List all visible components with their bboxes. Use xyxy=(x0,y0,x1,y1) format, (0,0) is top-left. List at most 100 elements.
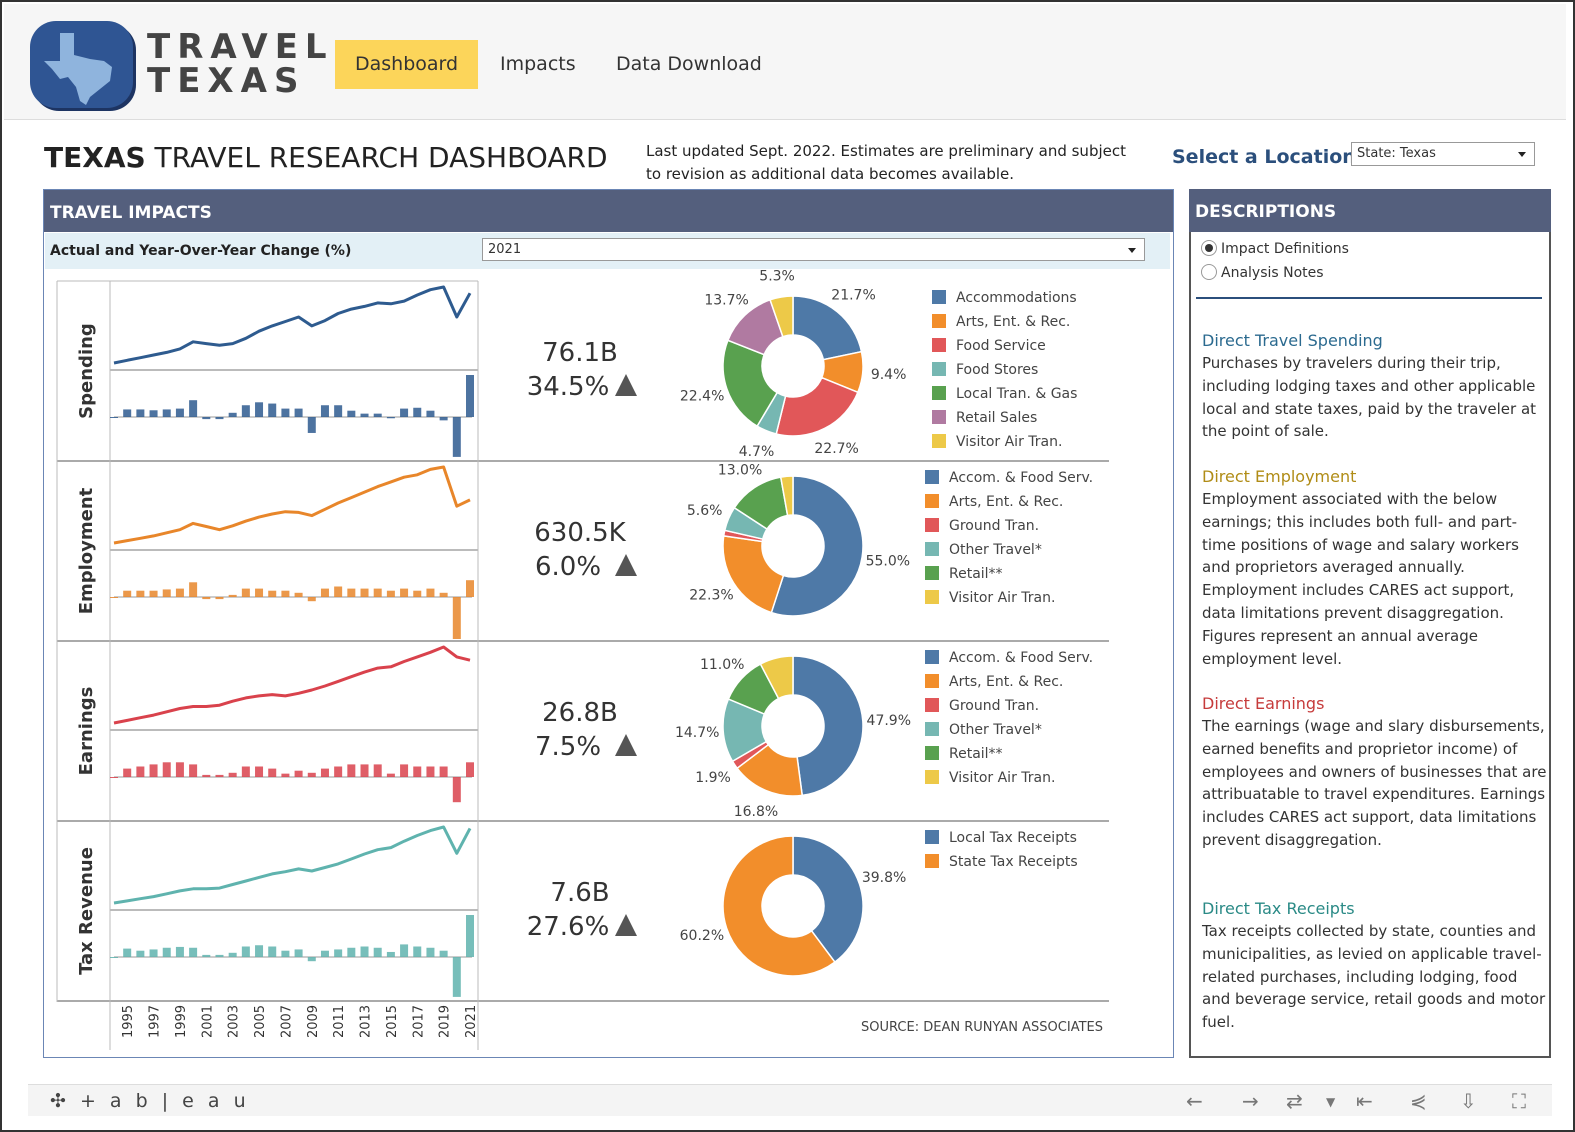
radio-impact-definitions[interactable]: Impact Definitions xyxy=(1201,240,1349,257)
legend-label: Food Stores xyxy=(956,362,1038,378)
yoy-bar xyxy=(426,588,435,597)
donut-label: 13.0% xyxy=(718,462,762,478)
revert-all-icon[interactable]: ⇤ xyxy=(1356,1089,1373,1113)
donut-label: 22.3% xyxy=(689,588,733,604)
download-icon[interactable]: ⇩ xyxy=(1460,1089,1477,1113)
legend-swatch xyxy=(925,830,939,844)
undo-icon[interactable]: ← xyxy=(1186,1089,1203,1113)
yoy-bar xyxy=(149,410,158,417)
donut-label: 5.6% xyxy=(687,503,723,519)
legend-swatch xyxy=(925,494,939,508)
yoy-bar xyxy=(307,417,316,433)
legend-label: Arts, Ent. & Rec. xyxy=(956,314,1070,330)
legend-label: Local Tax Receipts xyxy=(949,830,1077,846)
x-tick-label: 2011 xyxy=(332,1005,347,1038)
tableau-logo[interactable]: ✣ + a b | e a u xyxy=(50,1090,250,1112)
yoy-bar xyxy=(228,412,237,417)
yoy-bar xyxy=(228,594,237,597)
yoy-bar xyxy=(175,588,184,597)
yoy-bar xyxy=(255,766,264,777)
legend-swatch xyxy=(925,698,939,712)
legend-swatch xyxy=(932,290,946,304)
yoy-bar xyxy=(281,590,290,597)
desc-title: Direct Earnings xyxy=(1202,694,1325,713)
legend-label: Ground Tran. xyxy=(949,518,1039,534)
revert-icon[interactable]: ⇄ xyxy=(1286,1089,1303,1113)
legend-label: Food Service xyxy=(956,338,1046,354)
trend-line xyxy=(113,285,472,365)
yoy-bar xyxy=(439,766,448,777)
legend-label: Accom. & Food Serv. xyxy=(949,470,1093,486)
desc-earnings: Direct Earnings The earnings (wage and s… xyxy=(1202,692,1548,852)
fullscreen-icon[interactable]: ⛶ xyxy=(1512,1089,1526,1113)
donut-label: 60.2% xyxy=(680,928,724,944)
x-tick-label: 1995 xyxy=(121,1005,136,1038)
donut-label: 11.0% xyxy=(700,657,744,673)
yoy-bar xyxy=(320,950,329,957)
radio-selected-icon xyxy=(1201,240,1217,256)
yoy-bar xyxy=(215,954,224,957)
donut-label: 9.4% xyxy=(871,367,907,383)
yoy-bar xyxy=(439,592,448,597)
radio-analysis-notes[interactable]: Analysis Notes xyxy=(1201,264,1324,281)
triangle-up-icon xyxy=(615,554,637,576)
yoy-bar xyxy=(136,766,145,777)
legend-label: Local Tran. & Gas xyxy=(956,386,1077,402)
yoy-bar xyxy=(439,950,448,957)
row-label: Employment xyxy=(76,487,97,614)
yoy-bar xyxy=(439,417,448,421)
desc-text: Tax receipts collected by state, countie… xyxy=(1202,922,1546,1032)
triangle-up-icon xyxy=(615,734,637,756)
kpi-change: 34.5% xyxy=(527,372,610,402)
yoy-bar xyxy=(347,764,356,777)
donut-slice xyxy=(792,295,863,361)
source-label: SOURCE: DEAN RUNYAN ASSOCIATES xyxy=(861,1020,1103,1035)
yoy-bar xyxy=(202,954,211,957)
x-tick-label: 2003 xyxy=(227,1005,242,1038)
yoy-bar xyxy=(228,952,237,957)
yoy-bar xyxy=(466,580,474,597)
legend-swatch xyxy=(932,338,946,352)
tableau-wordmark: + a b | e a u xyxy=(79,1090,250,1112)
yoy-bar xyxy=(360,588,369,597)
yoy-bar xyxy=(413,766,422,777)
share-icon[interactable]: ⋞ xyxy=(1410,1089,1427,1113)
yoy-bar xyxy=(110,417,118,418)
yoy-bar xyxy=(347,410,356,417)
yoy-bar xyxy=(360,413,369,417)
yoy-bar xyxy=(228,772,237,777)
kpi-value: 76.1B xyxy=(542,338,618,368)
donut-label: 14.7% xyxy=(675,725,719,741)
yoy-bar xyxy=(281,773,290,777)
yoy-bar xyxy=(400,944,409,957)
yoy-bar xyxy=(268,403,277,417)
yoy-bar xyxy=(268,768,277,777)
x-tick-label: 2009 xyxy=(306,1005,321,1038)
desc-tax-receipts: Direct Tax Receipts Tax receipts collect… xyxy=(1202,897,1548,1034)
yoy-bar xyxy=(136,590,145,597)
legend-swatch xyxy=(925,542,939,556)
legend-label: State Tax Receipts xyxy=(949,854,1078,870)
yoy-bar xyxy=(255,588,264,597)
yoy-bar xyxy=(307,772,316,777)
yoy-bar xyxy=(347,588,356,597)
divider xyxy=(1196,297,1542,299)
yoy-bar xyxy=(123,409,132,417)
yoy-bar xyxy=(426,947,435,957)
legend-swatch xyxy=(932,386,946,400)
yoy-bar xyxy=(241,405,250,417)
kpi-change: 27.6% xyxy=(527,912,610,942)
x-tick-label: 1997 xyxy=(148,1005,163,1038)
yoy-bar xyxy=(202,774,211,777)
yoy-bar xyxy=(320,588,329,597)
redo-icon[interactable]: → xyxy=(1242,1089,1259,1113)
x-tick-label: 2001 xyxy=(200,1005,215,1038)
kpi-change: 7.5% xyxy=(535,732,601,762)
yoy-bar xyxy=(123,590,132,597)
legend-label: Accommodations xyxy=(956,290,1077,306)
yoy-bar xyxy=(307,957,316,962)
revert-dropdown-icon[interactable]: ▼ xyxy=(1326,1095,1335,1109)
yoy-bar xyxy=(373,764,382,777)
yoy-bar xyxy=(452,597,461,639)
donut-label: 55.0% xyxy=(866,553,910,569)
